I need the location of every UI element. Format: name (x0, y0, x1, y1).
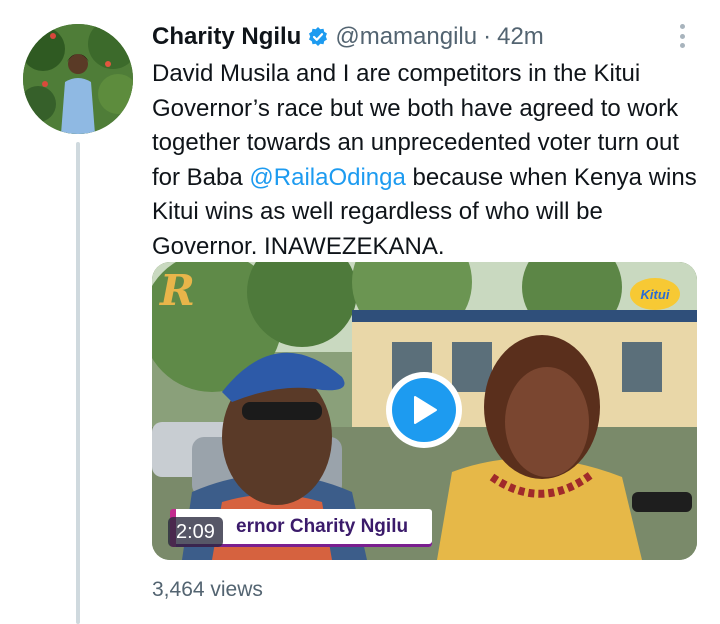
tweet[interactable]: Charity Ngilu @mamangilu · 42m David Mus… (0, 0, 720, 624)
channel-logo-left: R (160, 266, 195, 315)
tweet-time[interactable]: 42m (497, 23, 544, 51)
video-duration: 2:09 (168, 517, 223, 547)
view-count: 3,464 views (152, 578, 263, 601)
thread-line (76, 142, 80, 624)
verified-badge-icon (307, 26, 329, 48)
play-icon[interactable] (386, 372, 462, 448)
tweet-header: Charity Ngilu @mamangilu · 42m (152, 22, 544, 52)
more-options-icon[interactable] (670, 22, 694, 50)
channel-logo-right: Kitui (630, 278, 680, 310)
separator-dot: · (483, 23, 492, 50)
author-handle[interactable]: @mamangilu (335, 23, 477, 51)
author-name[interactable]: Charity Ngilu (152, 23, 301, 51)
tweet-text: David Musila and I are competitors in th… (152, 57, 697, 264)
mention-link[interactable]: @RailaOdinga (249, 164, 405, 191)
video-caption: ernor Charity Ngilu (236, 516, 409, 537)
avatar[interactable] (23, 24, 133, 134)
